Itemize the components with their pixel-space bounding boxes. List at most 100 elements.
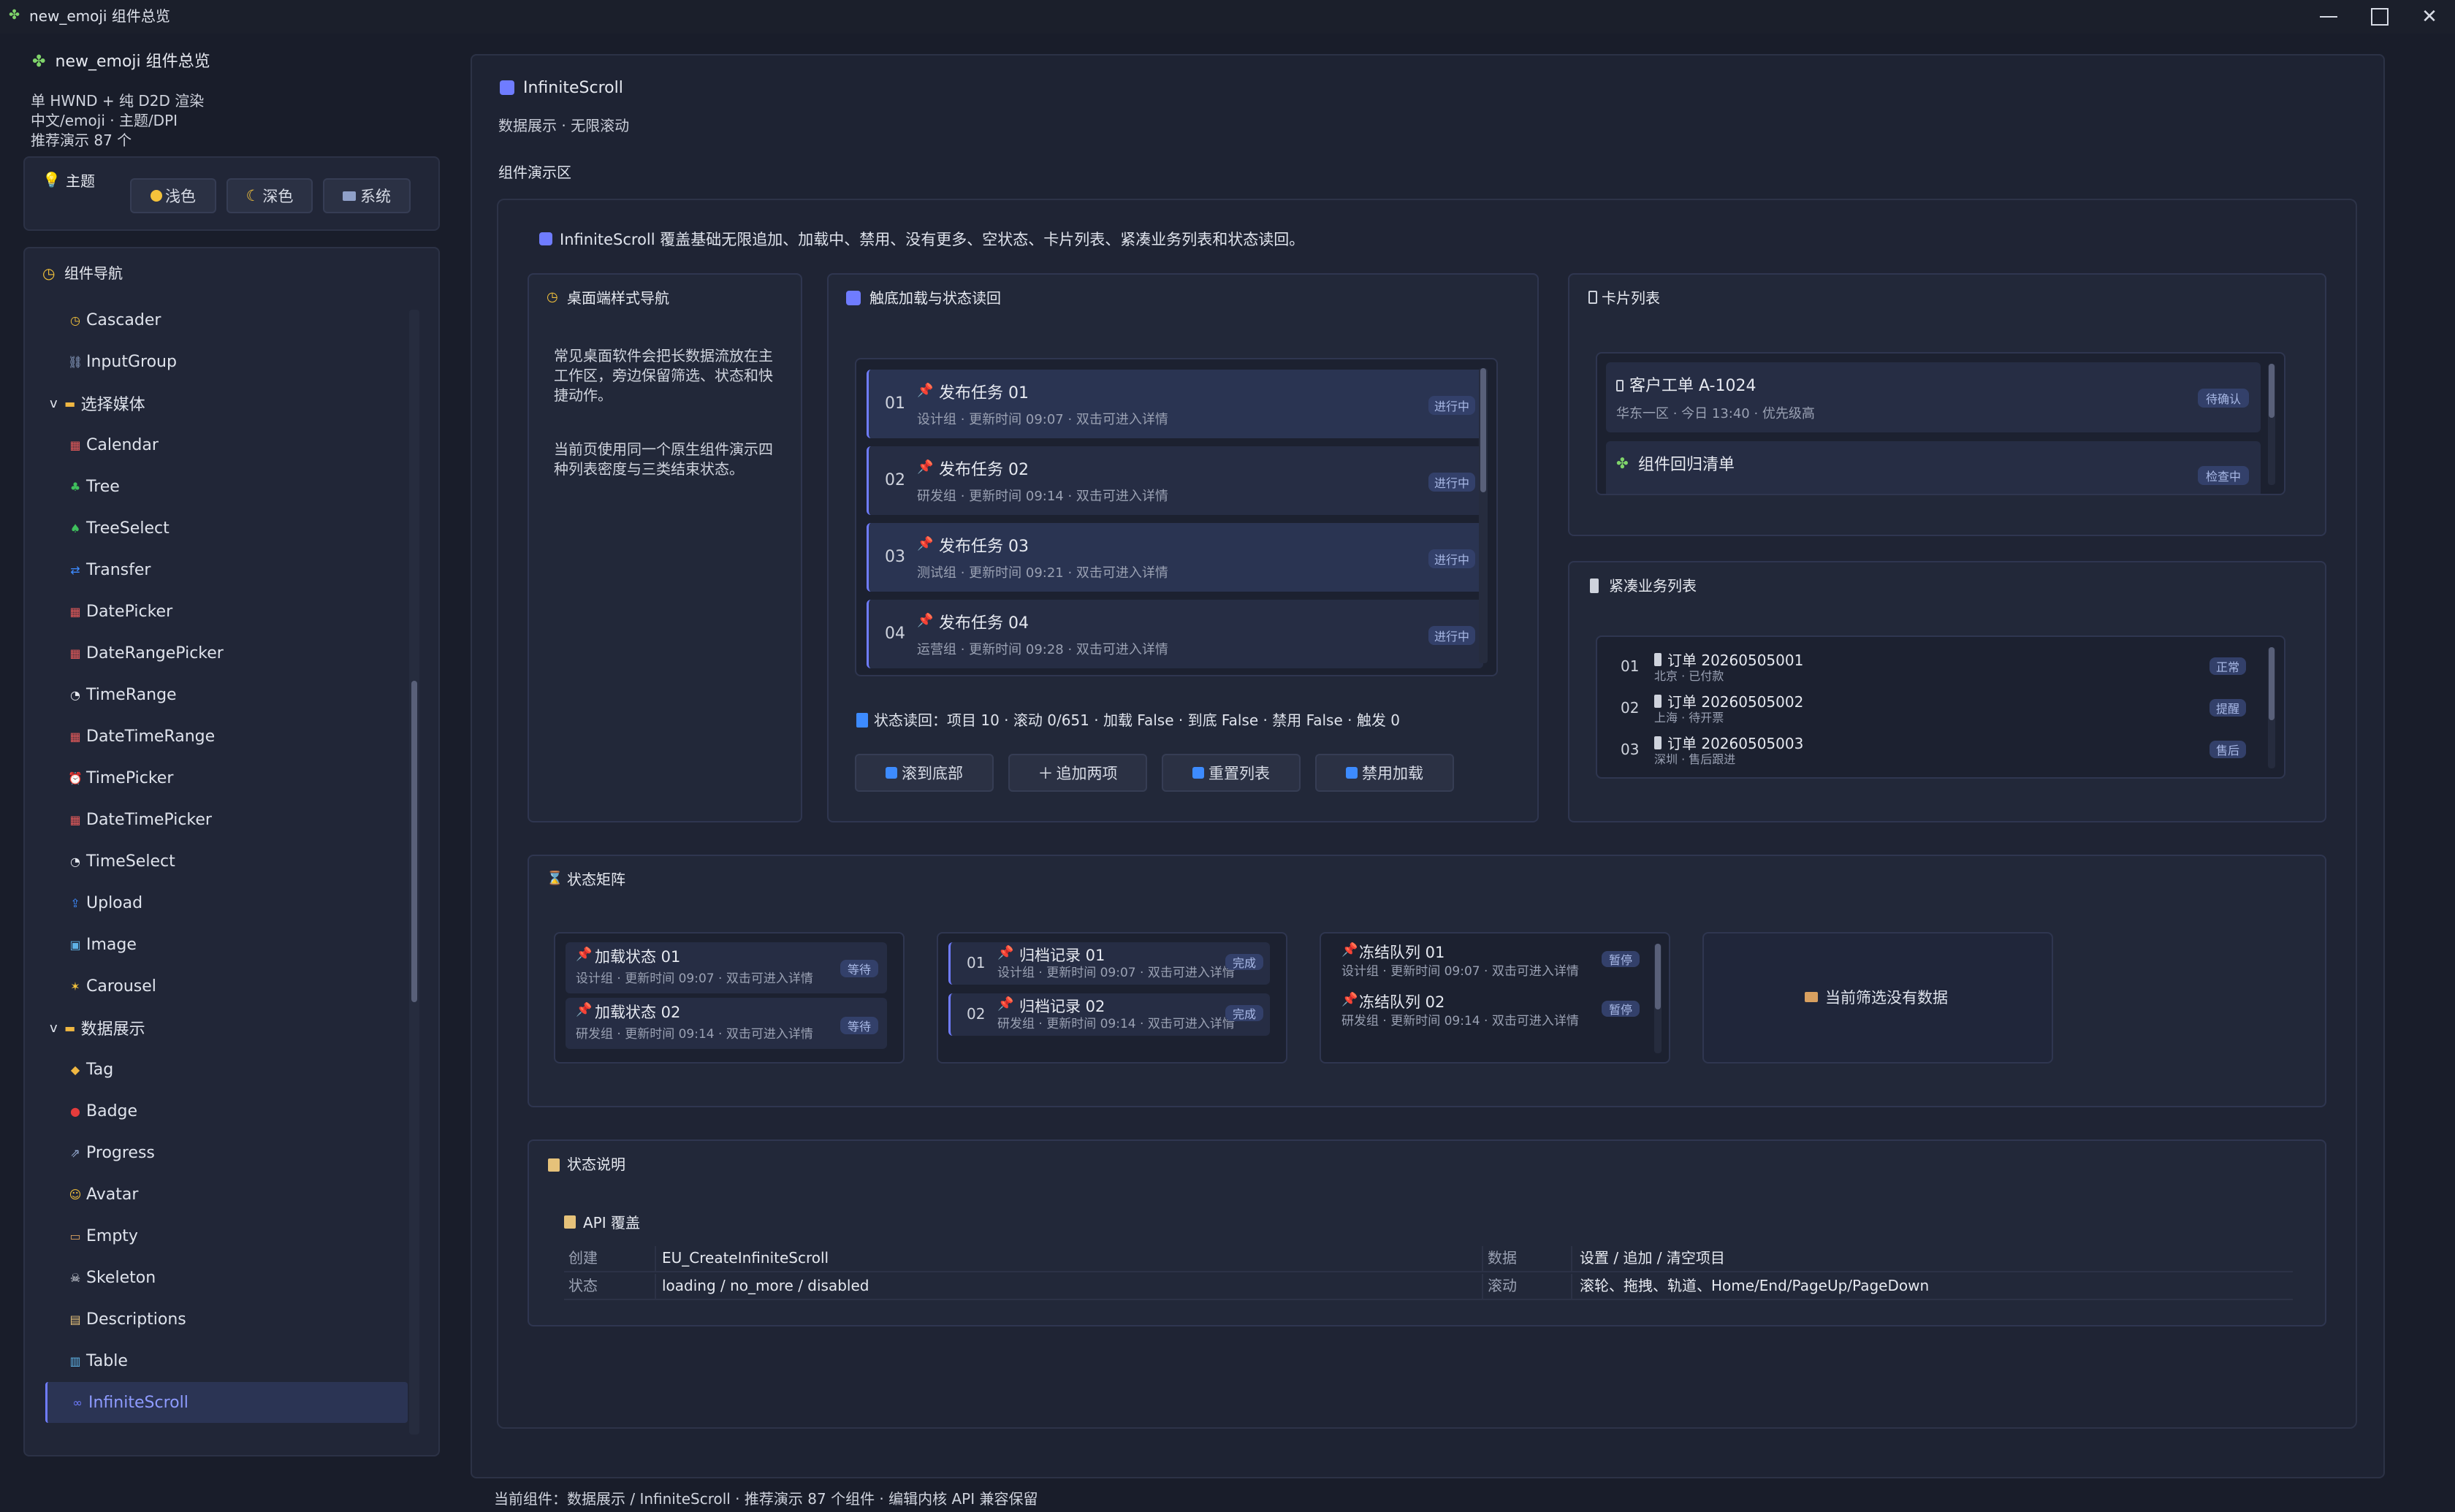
nav-item[interactable]: ◔ TimeSelect — [45, 841, 408, 882]
clock-icon: ◔ — [70, 854, 80, 868]
nav-item[interactable]: ☠ Skeleton — [45, 1257, 408, 1298]
status-badge: 进行中 — [1428, 626, 1475, 645]
nav-item-label: Empty — [86, 1226, 138, 1245]
carousel-icon: ✶ — [70, 979, 80, 993]
disable-load-button[interactable]: 禁用加载 — [1315, 754, 1454, 792]
nav-scrollbar-thumb[interactable] — [411, 681, 417, 1002]
disable-load-label: 禁用加载 — [1362, 765, 1423, 782]
list-item[interactable]: 📌 冻结队列 02 研发组 · 更新时间 09:14 · 双击可进入详情 暂停 — [1331, 989, 1645, 1037]
nav-item[interactable]: ✶ Carousel — [45, 966, 408, 1007]
nav-group[interactable]: v ▬ 选择媒体 — [45, 383, 408, 424]
nav-item[interactable]: ⇗ Progress — [45, 1132, 408, 1173]
list-item[interactable]: 📌 加载状态 01 设计组 · 更新时间 09:07 · 双击可进入详情 等待 — [566, 942, 887, 993]
frozen-scrollbar[interactable] — [1654, 944, 1662, 1053]
append-two-button[interactable]: ＋追加两项 — [1008, 754, 1147, 792]
progress-icon: ⇗ — [70, 1145, 80, 1160]
frozen-list[interactable]: 📌 冻结队列 01 设计组 · 更新时间 09:07 · 双击可进入详情 暂停 … — [1320, 932, 1670, 1064]
pin-icon: 📌 — [576, 947, 593, 962]
list-item[interactable]: 📌 加载状态 02 研发组 · 更新时间 09:14 · 双击可进入详情 等待 — [566, 998, 887, 1049]
loading-list[interactable]: 📌 加载状态 01 设计组 · 更新时间 09:07 · 双击可进入详情 等待 … — [554, 932, 905, 1064]
nav-item[interactable]: ▣ Image — [45, 924, 408, 965]
maximize-button[interactable] — [2354, 0, 2405, 34]
card-item[interactable]: 客户工单 A-1024 华东一区 · 今日 13:40 · 优先级高 待确认 — [1606, 362, 2261, 432]
frozen-scrollbar-thumb[interactable] — [1655, 944, 1661, 1009]
nav-item[interactable]: ▦ DateTimePicker — [45, 799, 408, 840]
compact-scrollbar-thumb[interactable] — [2269, 647, 2275, 720]
clock-icon: ◔ — [70, 687, 80, 702]
pin-icon: 📌 — [917, 536, 934, 551]
nav-item[interactable]: ▦ Calendar — [45, 424, 408, 465]
list-item[interactable]: 02 📌 归档记录 02 研发组 · 更新时间 09:14 · 双击可进入详情 … — [948, 993, 1270, 1036]
chevron-down-icon: v — [50, 395, 58, 411]
nav-item[interactable]: ♣ Tree — [45, 466, 408, 507]
reset-list-button[interactable]: 重置列表 — [1162, 754, 1301, 792]
nav-group[interactable]: v ▬ 数据展示 — [45, 1007, 408, 1048]
theme-system-button[interactable]: 系统 — [323, 178, 411, 213]
infinity-icon: ∞ — [72, 1395, 83, 1410]
close-button[interactable]: ✕ — [2404, 0, 2455, 34]
infinity-icon — [539, 232, 552, 245]
list-scrollbar-thumb[interactable] — [1480, 368, 1486, 492]
list-item[interactable]: 02 📌 发布任务 02 研发组 · 更新时间 09:14 · 双击可进入详情 进行中 — [867, 446, 1483, 515]
nav-item[interactable]: ◆ Tag — [45, 1049, 408, 1090]
nav-scrollbar[interactable] — [409, 310, 419, 1435]
item-title: 加载状态 01 — [595, 948, 681, 966]
item-title: 冻结队列 01 — [1359, 944, 1445, 961]
archive-list[interactable]: 01 📌 归档记录 01 设计组 · 更新时间 09:07 · 双击可进入详情 … — [937, 932, 1287, 1064]
list-item[interactable]: 02 订单 20260505002 上海 · 待开票 提醒 — [1607, 689, 2258, 727]
item-meta: 研发组 · 更新时间 09:14 · 双击可进入详情 — [576, 1027, 813, 1042]
api-table: 创建 EU_CreateInfiniteScroll 数据 设置 / 追加 / 清空项… — [564, 1246, 2293, 1302]
list-item[interactable]: 03 订单 20260505003 深圳 · 售后跟进 售后 — [1607, 730, 2258, 768]
theme-light-button[interactable]: 浅色 — [130, 178, 216, 213]
compact-scrollbar[interactable] — [2268, 647, 2275, 768]
card-item[interactable]: ✤ 组件回归清单 检查中 — [1606, 441, 2261, 494]
status-badge: 完成 — [1225, 954, 1263, 970]
list-item[interactable]: 01 📌 发布任务 01 设计组 · 更新时间 09:07 · 双击可进入详情 进行中 — [867, 370, 1483, 438]
pause-icon — [1346, 767, 1358, 779]
notes-icon — [548, 1158, 560, 1172]
list-item[interactable]: 01 📌 归档记录 01 设计组 · 更新时间 09:07 · 双击可进入详情 … — [948, 942, 1270, 985]
nav-item[interactable]: ∞ InfiniteScroll — [45, 1382, 408, 1423]
receipt-icon — [1590, 579, 1599, 593]
item-meta: 研发组 · 更新时间 09:14 · 双击可进入详情 — [997, 1017, 1235, 1031]
card-scrollbar-thumb[interactable] — [2269, 364, 2275, 418]
nav-item[interactable]: ▤ Descriptions — [45, 1299, 408, 1340]
item-meta: 设计组 · 更新时间 09:07 · 双击可进入详情 — [1341, 964, 1579, 979]
nav-item[interactable]: ⇪ Upload — [45, 882, 408, 923]
ticket-icon — [1616, 380, 1624, 392]
list-scrollbar[interactable] — [1479, 368, 1488, 663]
item-number: 01 — [967, 954, 986, 971]
minimize-button[interactable] — [2303, 0, 2354, 34]
compact-list[interactable]: 01 订单 20260505001 北京 · 已付款 正常 02 订单 202605050… — [1596, 635, 2285, 779]
nav-item[interactable]: ⏰ TimePicker — [45, 757, 408, 798]
list-item[interactable]: 04 📌 发布任务 04 运营组 · 更新时间 09:28 · 双击可进入详情 进行中 — [867, 600, 1483, 668]
infinite-list[interactable]: 01 📌 发布任务 01 设计组 · 更新时间 09:07 · 双击可进入详情 进行中 0… — [855, 358, 1498, 676]
info-line: 推荐演示 87 个 — [31, 131, 132, 149]
nav-item[interactable]: ♠ TreeSelect — [45, 508, 408, 549]
nav-tree[interactable]: ◷ Cascader ⛓ InputGroup v ▬ 选择媒体 ▦ Calendar ♣ Tree… — [45, 299, 425, 1439]
info-icon — [886, 767, 897, 779]
card-scrollbar[interactable] — [2268, 364, 2275, 485]
nav-item[interactable]: ⛓ InputGroup — [45, 341, 408, 382]
list-item[interactable]: 📌 冻结队列 01 设计组 · 更新时间 09:07 · 双击可进入详情 暂停 — [1331, 939, 1645, 988]
theme-dark-button[interactable]: ☾ 深色 — [227, 178, 313, 213]
nav-item[interactable]: ▦ DatePicker — [45, 591, 408, 632]
item-title: 归档记录 02 — [1019, 998, 1105, 1015]
scroll-bottom-button[interactable]: 滚到底部 — [855, 754, 994, 792]
nav-item[interactable]: ◔ TimeRange — [45, 674, 408, 715]
nav-item[interactable]: ▦ DateTimeRange — [45, 716, 408, 757]
nav-item[interactable]: ▭ Empty — [45, 1215, 408, 1256]
list-item[interactable]: 01 订单 20260505001 北京 · 已付款 正常 — [1607, 647, 2258, 685]
nav-item[interactable]: ▥ Table — [45, 1340, 408, 1381]
nav-item[interactable]: ● Badge — [45, 1091, 408, 1131]
list-item[interactable]: 03 📌 发布任务 03 测试组 · 更新时间 09:21 · 双击可进入详情 进行中 — [867, 523, 1483, 592]
nav-item[interactable]: ◷ Cascader — [45, 299, 408, 340]
table-row: 创建 EU_CreateInfiniteScroll 数据 设置 / 追加 / 清空项… — [564, 1246, 2293, 1272]
nav-item[interactable]: ⇄ Transfer — [45, 549, 408, 590]
nav-item[interactable]: ☺ Avatar — [45, 1174, 408, 1215]
empty-icon: ▭ — [69, 1229, 81, 1243]
nav-item[interactable]: ▦ DateRangePicker — [45, 633, 408, 673]
theme-panel: 💡 主题 浅色 ☾ 深色 系统 — [23, 156, 440, 231]
card-list[interactable]: 客户工单 A-1024 华东一区 · 今日 13:40 · 优先级高 待确认 ✤… — [1596, 352, 2285, 495]
nav-item-label: Upload — [86, 893, 143, 912]
